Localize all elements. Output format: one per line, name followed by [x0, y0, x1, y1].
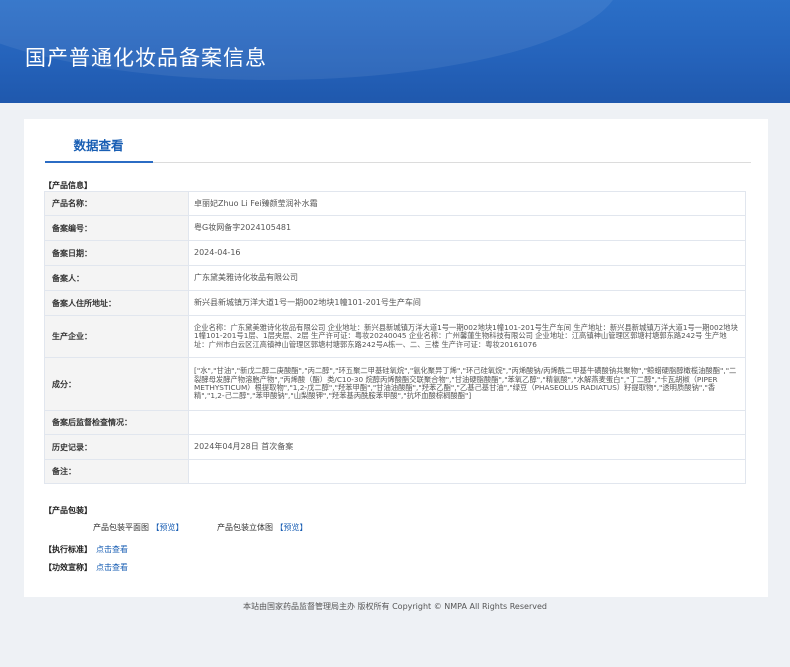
- row-label: 产品名称：: [44, 191, 189, 216]
- standard-title: 【执行标准】: [44, 545, 92, 554]
- packaging-solid-label: 产品包装立体图: [217, 523, 273, 532]
- tab-divider: [153, 162, 751, 163]
- row-value: [188, 459, 746, 484]
- standard-view-link[interactable]: 点击查看: [96, 545, 128, 554]
- row-value: [188, 410, 746, 435]
- row-value: ["水","甘油","新戊二醇二庚酸酯","丙二醇","环五聚二甲基硅氧烷","…: [188, 357, 746, 411]
- content-card: 数据查看 【产品信息】 产品名称： 卓丽妃Zhuo Li Fei臻颜莹润补水霜 …: [24, 119, 768, 597]
- table-row: 备案编号： 粤G妆网备字2024105481: [44, 215, 746, 241]
- efficacy-title: 【功效宣称】: [44, 563, 92, 572]
- row-label: 备案日期：: [44, 240, 189, 266]
- row-label: 备案后监督检查情况：: [44, 410, 189, 435]
- efficacy-view-link[interactable]: 点击查看: [96, 563, 128, 572]
- packaging-flat-preview-link[interactable]: 【预览】: [152, 523, 184, 532]
- standard-row: 【执行标准】 点击查看: [44, 544, 128, 555]
- tab-data-view[interactable]: 数据查看: [45, 135, 152, 162]
- table-row: 备案后监督检查情况：: [44, 410, 746, 435]
- tab-underline: [45, 161, 153, 163]
- row-label: 备案编号：: [44, 215, 189, 241]
- packaging-flat-label: 产品包装平面图: [93, 523, 149, 532]
- packaging-solid: 产品包装立体图 【预览】: [217, 522, 308, 533]
- table-row: 备案人： 广东黛美雅诗化妆品有限公司: [44, 265, 746, 291]
- row-value: 卓丽妃Zhuo Li Fei臻颜莹润补水霜: [188, 191, 746, 216]
- table-row: 成分： ["水","甘油","新戊二醇二庚酸酯","丙二醇","环五聚二甲基硅氧…: [44, 357, 746, 411]
- row-label: 备注：: [44, 459, 189, 484]
- table-row: 历史记录： 2024年04月28日 首次备案: [44, 434, 746, 460]
- row-label: 生产企业：: [44, 315, 189, 358]
- row-value: 广东黛美雅诗化妆品有限公司: [188, 265, 746, 291]
- efficacy-row: 【功效宣称】 点击查看: [44, 562, 128, 573]
- row-label: 成分：: [44, 357, 189, 411]
- page-title: 国产普通化妆品备案信息: [25, 46, 267, 70]
- tab-label: 数据查看: [73, 138, 124, 153]
- row-label: 历史记录：: [44, 434, 189, 460]
- product-info-table: 产品名称： 卓丽妃Zhuo Li Fei臻颜莹润补水霜 备案编号： 粤G妆网备字…: [44, 191, 746, 484]
- packaging-title: 【产品包装】: [44, 506, 92, 515]
- packaging-flat: 产品包装平面图 【预览】: [93, 522, 184, 533]
- row-label: 备案人：: [44, 265, 189, 291]
- packaging-solid-preview-link[interactable]: 【预览】: [276, 523, 308, 532]
- row-value: 粤G妆网备字2024105481: [188, 215, 746, 241]
- row-value: 2024年04月28日 首次备案: [188, 434, 746, 460]
- row-value: 2024-04-16: [188, 240, 746, 266]
- table-row: 备注：: [44, 459, 746, 484]
- table-row: 生产企业： 企业名称：广东黛美雅诗化妆品有限公司 企业地址：新兴县新城镇万洋大道…: [44, 315, 746, 358]
- row-label: 备案人住所地址：: [44, 290, 189, 316]
- row-value: 企业名称：广东黛美雅诗化妆品有限公司 企业地址：新兴县新城镇万洋大道1号一期00…: [188, 315, 746, 358]
- table-row: 备案日期： 2024-04-16: [44, 240, 746, 266]
- header-banner: 国产普通化妆品备案信息: [0, 0, 790, 103]
- product-info-title: 【产品信息】: [44, 181, 92, 190]
- table-row: 备案人住所地址： 新兴县新城镇万洋大道1号一期002地块1幢101-201号生产…: [44, 290, 746, 316]
- row-value: 新兴县新城镇万洋大道1号一期002地块1幢101-201号生产车间: [188, 290, 746, 316]
- table-row: 产品名称： 卓丽妃Zhuo Li Fei臻颜莹润补水霜: [44, 191, 746, 216]
- footer-copyright: 本站由国家药品监督管理局主办 版权所有 Copyright © NMPA All…: [243, 602, 547, 611]
